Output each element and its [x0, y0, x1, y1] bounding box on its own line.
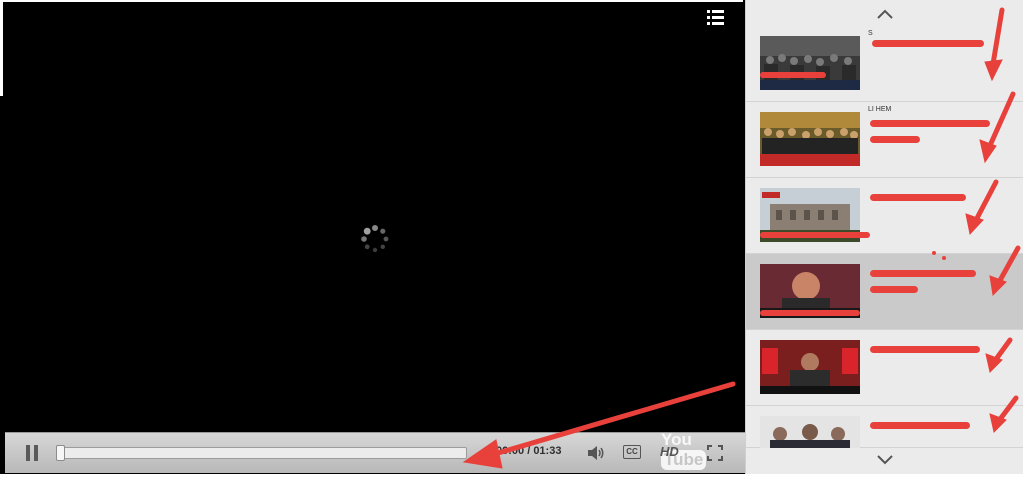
video-thumbnail	[760, 340, 860, 394]
playlist-item-active[interactable]	[746, 254, 1023, 330]
redaction-mark	[870, 346, 980, 353]
playlist-item[interactable]: S	[746, 26, 1023, 102]
speaker-icon	[588, 446, 604, 460]
playlist-menu-icon[interactable]	[704, 8, 726, 28]
video-thumbnail	[760, 36, 860, 90]
pause-button[interactable]	[25, 445, 39, 461]
volume-button[interactable]	[587, 445, 605, 461]
chevron-down-icon	[877, 455, 893, 465]
redaction-mark	[760, 232, 870, 238]
playlist-item[interactable]	[746, 178, 1023, 254]
captions-button[interactable]: CC	[623, 445, 641, 459]
page-left-edge	[0, 0, 3, 96]
playlist-scroll-down-button[interactable]	[746, 448, 1023, 474]
playlist-sidebar: S LI HEM	[745, 0, 1023, 474]
video-thumbnail	[760, 416, 860, 448]
current-time: 00:00	[496, 445, 525, 457]
progress-knob[interactable]	[56, 445, 65, 461]
redaction-mark	[870, 270, 976, 277]
redaction-mark	[760, 310, 860, 316]
redaction-mark	[870, 286, 918, 293]
redaction-mark	[870, 194, 966, 201]
playlist-item-title: S	[868, 30, 873, 37]
redaction-mark	[870, 136, 920, 143]
playlist-scroll-up-button[interactable]	[746, 0, 1023, 26]
fullscreen-button[interactable]	[707, 445, 723, 461]
hd-quality-button[interactable]: HD	[660, 444, 679, 459]
player-control-bar: YouTube 00:00 / 01:33 CC HD	[5, 430, 745, 473]
player-top-border	[0, 0, 743, 2]
pause-icon-bar	[34, 445, 38, 461]
video-thumbnail	[760, 112, 860, 166]
time-separator: /	[524, 445, 534, 457]
playlist-item[interactable]: LI HEM	[746, 102, 1023, 178]
redaction-mark	[870, 120, 990, 127]
redaction-mark	[872, 40, 984, 47]
playlist-item-title: LI HEM	[868, 106, 892, 113]
redaction-mark	[760, 72, 826, 78]
pause-icon	[26, 445, 30, 461]
time-display: 00:00 / 01:33	[496, 445, 561, 457]
redaction-mark	[870, 422, 970, 429]
fullscreen-icon	[707, 445, 723, 461]
loading-spinner-icon	[358, 222, 392, 256]
chevron-up-icon	[877, 9, 893, 19]
video-player[interactable]: YouTube 00:00 / 01:33 CC HD	[0, 0, 745, 474]
progress-bar[interactable]	[56, 445, 467, 461]
total-time: 01:33	[533, 445, 562, 457]
playlist-item[interactable]	[746, 330, 1023, 406]
playlist-item[interactable]	[746, 406, 1023, 448]
